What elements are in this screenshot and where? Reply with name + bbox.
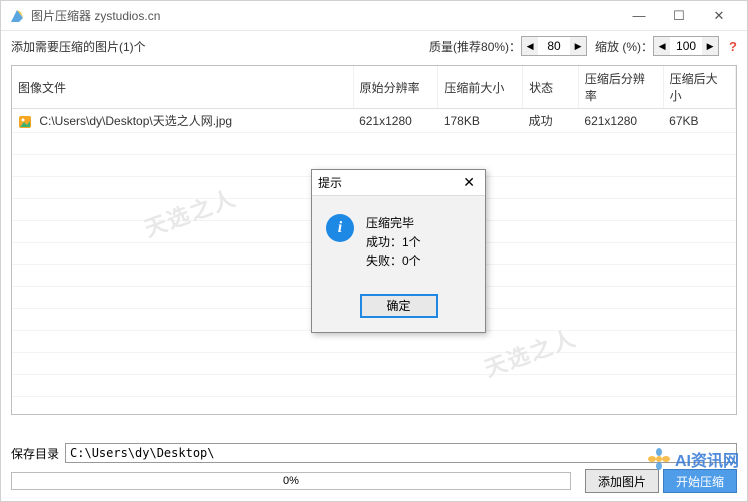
dialog-message: 压缩完毕 成功：1个 失败：0个 xyxy=(366,214,421,272)
dialog-line3: 失败：0个 xyxy=(366,252,421,271)
maximize-button[interactable]: ☐ xyxy=(659,2,699,30)
minimize-button[interactable]: — xyxy=(619,2,659,30)
col-file[interactable]: 图像文件 xyxy=(12,66,353,109)
dialog-line1: 压缩完毕 xyxy=(366,214,421,233)
cell-file: C:\Users\dy\Desktop\天选之人网.jpg xyxy=(39,114,232,128)
quality-decrease-button[interactable]: ◀ xyxy=(522,37,538,55)
table-row xyxy=(12,353,736,375)
start-compress-button[interactable]: 开始压缩 xyxy=(663,469,737,493)
dialog-close-button[interactable]: ✕ xyxy=(459,174,479,191)
save-dir-input[interactable] xyxy=(65,443,737,463)
col-orig-size[interactable]: 压缩前大小 xyxy=(438,66,523,109)
dialog-ok-button[interactable]: 确定 xyxy=(360,294,438,318)
table-row xyxy=(12,331,736,353)
cell-new-size: 67KB xyxy=(663,109,735,133)
scale-stepper[interactable]: ◀ ▶ xyxy=(653,36,719,56)
info-dialog: 提示 ✕ i 压缩完毕 成功：1个 失败：0个 确定 xyxy=(311,169,486,333)
dialog-title: 提示 xyxy=(318,174,342,191)
quality-input[interactable] xyxy=(538,39,570,53)
window-title: 图片压缩器 zystudios.cn xyxy=(31,7,619,24)
col-new-size[interactable]: 压缩后大小 xyxy=(663,66,735,109)
progress-text: 0% xyxy=(283,475,299,487)
progress-bar: 0% xyxy=(11,472,571,490)
save-dir-label: 保存目录 xyxy=(11,445,59,462)
scale-decrease-button[interactable]: ◀ xyxy=(654,37,670,55)
cell-status: 成功 xyxy=(523,109,579,133)
col-new-res[interactable]: 压缩后分辨率 xyxy=(578,66,663,109)
quality-stepper[interactable]: ◀ ▶ xyxy=(521,36,587,56)
quality-label: 质量(推荐80%)： xyxy=(429,38,521,55)
dialog-line2: 成功：1个 xyxy=(366,233,421,252)
table-row xyxy=(12,397,736,416)
add-count-label: 添加需要压缩的图片(1)个 xyxy=(11,38,421,55)
cell-orig-size: 178KB xyxy=(438,109,523,133)
cell-orig-res: 621x1280 xyxy=(353,109,438,133)
page-watermark: AI资讯网 xyxy=(647,447,739,471)
scale-increase-button[interactable]: ▶ xyxy=(702,37,718,55)
scale-input[interactable] xyxy=(670,39,702,53)
col-status[interactable]: 状态 xyxy=(523,66,579,109)
help-icon[interactable]: ? xyxy=(729,39,737,54)
cell-new-res: 621x1280 xyxy=(578,109,663,133)
bottom-panel: 保存目录 0% 添加图片 开始压缩 xyxy=(1,437,747,501)
file-icon xyxy=(18,115,32,129)
add-image-button[interactable]: 添加图片 xyxy=(585,469,659,493)
close-button[interactable]: ✕ xyxy=(699,2,739,30)
table-row[interactable]: C:\Users\dy\Desktop\天选之人网.jpg 621x1280 1… xyxy=(12,109,736,133)
table-row xyxy=(12,375,736,397)
toolbar: 添加需要压缩的图片(1)个 质量(推荐80%)： ◀ ▶ 缩放 (%)： ◀ ▶… xyxy=(1,31,747,61)
watermark-text: AI资讯网 xyxy=(675,447,739,471)
watermark-icon xyxy=(647,447,671,471)
titlebar: 图片压缩器 zystudios.cn — ☐ ✕ xyxy=(1,1,747,31)
col-orig-res[interactable]: 原始分辨率 xyxy=(353,66,438,109)
scale-label: 缩放 (%)： xyxy=(595,38,653,55)
table-row xyxy=(12,133,736,155)
info-icon: i xyxy=(326,214,354,242)
app-icon xyxy=(9,8,25,24)
quality-increase-button[interactable]: ▶ xyxy=(570,37,586,55)
